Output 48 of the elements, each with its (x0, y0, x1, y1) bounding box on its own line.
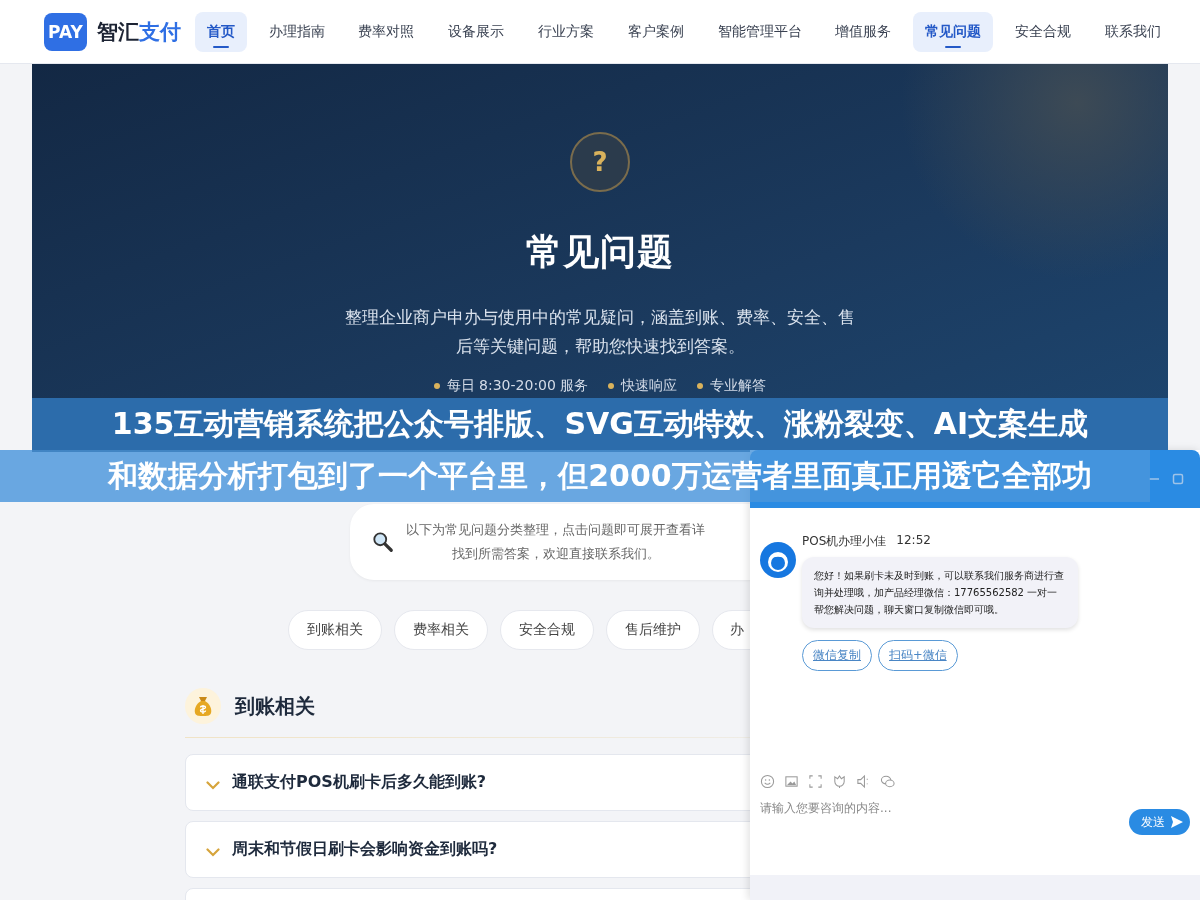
category-chip[interactable]: 安全合规 (500, 610, 594, 650)
feature-text: 快速响应 (621, 377, 678, 395)
money-bag-icon (185, 688, 221, 724)
category-chip[interactable]: 费率相关 (394, 610, 488, 650)
logo-text[interactable]: 智汇支付 (96, 17, 181, 46)
speaker-icon[interactable] (856, 774, 871, 789)
chevron-down-icon (206, 781, 220, 790)
nav-tab[interactable]: 客户案例 (615, 11, 696, 52)
category-chip[interactable]: 到账相关 (288, 610, 382, 650)
emoji-icon[interactable] (760, 774, 775, 789)
nav-tab[interactable]: 增值服务 (823, 11, 904, 52)
intro-text: 以下为常见问题分类整理，点击问题即可展开查看详 (406, 521, 705, 539)
section-title: 到账相关 (235, 692, 315, 720)
message-time: 12:52 (896, 533, 931, 549)
nav-tab[interactable]: 智能管理平台 (705, 11, 814, 52)
category-chip[interactable]: 售后维护 (606, 610, 700, 650)
hero-description: 整理企业商户申办与使用中的常见疑问，涵盖到账、费率、安全、售后等关键问题，帮助您快速找到答案。 (344, 306, 856, 358)
nav-tab[interactable]: 首页 (194, 11, 247, 52)
wechat-icon[interactable] (880, 774, 895, 789)
nav-tab[interactable]: 安全合规 (1003, 11, 1084, 52)
bullet-icon (608, 383, 615, 389)
nav-tab[interactable]: 联系我们 (1092, 11, 1173, 52)
chevron-down-icon (206, 848, 220, 857)
feature-text: 专业解答 (710, 377, 767, 395)
hero-title: 常见问题 (526, 230, 674, 274)
intro-text: 找到所需答案，欢迎直接联系我们。 (451, 545, 660, 563)
bullet-icon (433, 383, 440, 389)
flower-icon[interactable] (832, 774, 847, 789)
agent-name: POS机办理小佳 (802, 533, 887, 550)
maximize-icon[interactable] (1172, 473, 1184, 485)
faq-question: 通联支付POS机刷卡后多久能到账? (232, 772, 487, 793)
nav-tab[interactable]: 费率对照 (346, 11, 427, 52)
send-button[interactable]: 发送 (1129, 809, 1190, 835)
question-badge: ? (570, 132, 630, 192)
agent-avatar-icon (760, 542, 796, 578)
image-icon[interactable] (784, 774, 799, 789)
nav-tab[interactable]: 常见问题 (913, 11, 994, 52)
nav-tab[interactable]: 办理指南 (256, 11, 337, 52)
feature-text: 每日 8:30-20:00 服务 (446, 377, 589, 395)
nav-tab[interactable]: 行业方案 (526, 11, 606, 52)
send-icon (1170, 815, 1184, 829)
bullet-icon (697, 383, 704, 389)
message-bubble: 您好！如果刷卡未及时到账，可以联系我们服务商进行查询并处理哦，加产品经理微信：17765562582 一对一帮您解决问题，聊天窗口复制微信即可哦。 (802, 557, 1078, 628)
faq-question: 周末和节假日刷卡会影响资金到账吗? (232, 839, 498, 860)
nav-tab[interactable]: 设备展示 (436, 11, 517, 52)
screenshot-icon[interactable] (808, 774, 823, 789)
logo-badge[interactable]: PAY (44, 12, 87, 51)
search-icon (372, 531, 394, 553)
